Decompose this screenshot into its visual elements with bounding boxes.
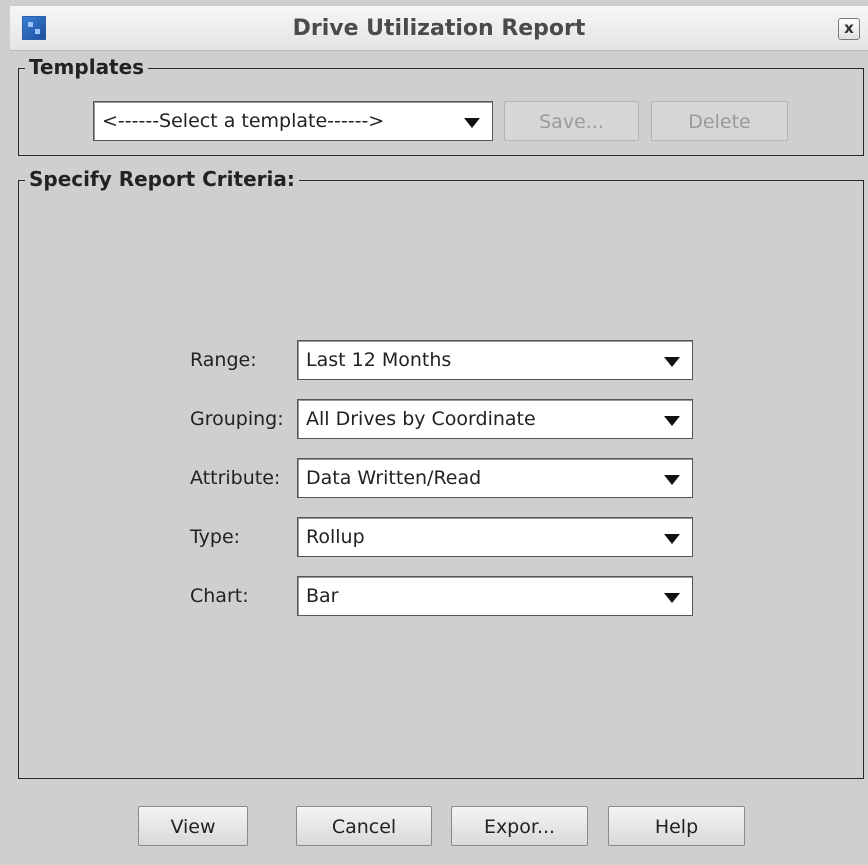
- title-bar: Drive Utilization Report x: [10, 6, 868, 51]
- attribute-select[interactable]: Data Written/Read: [297, 458, 693, 498]
- export-button[interactable]: Expor...: [451, 806, 588, 846]
- attribute-label: Attribute:: [190, 467, 281, 489]
- grouping-select[interactable]: All Drives by Coordinate: [297, 399, 693, 439]
- view-button[interactable]: View: [138, 806, 248, 846]
- range-label: Range:: [190, 349, 257, 371]
- chevron-down-icon: [664, 534, 680, 544]
- range-value: Last 12 Months: [306, 349, 452, 371]
- help-button[interactable]: Help: [608, 806, 745, 846]
- cancel-button[interactable]: Cancel: [296, 806, 432, 846]
- chevron-down-icon: [664, 416, 680, 426]
- chart-select[interactable]: Bar: [297, 576, 693, 616]
- type-label: Type:: [190, 526, 241, 548]
- template-select-value: <------Select a template------>: [102, 110, 385, 132]
- type-select[interactable]: Rollup: [297, 517, 693, 557]
- chevron-down-icon: [464, 118, 480, 128]
- type-value: Rollup: [306, 526, 365, 548]
- attribute-value: Data Written/Read: [306, 467, 482, 489]
- report-criteria-group: Specify Report Criteria: Range: Last 12 …: [18, 167, 864, 779]
- close-button[interactable]: x: [838, 18, 860, 40]
- grouping-value: All Drives by Coordinate: [306, 408, 536, 430]
- chart-value: Bar: [306, 585, 339, 607]
- save-button[interactable]: Save...: [504, 101, 639, 141]
- range-select[interactable]: Last 12 Months: [297, 340, 693, 380]
- chevron-down-icon: [664, 593, 680, 603]
- window-title: Drive Utilization Report: [292, 16, 586, 41]
- grouping-label: Grouping:: [190, 408, 284, 430]
- templates-group: Templates <------Select a template------…: [18, 55, 864, 156]
- chevron-down-icon: [664, 475, 680, 485]
- chart-label: Chart:: [190, 585, 249, 607]
- chevron-down-icon: [664, 357, 680, 367]
- templates-legend: Templates: [25, 55, 149, 79]
- criteria-legend: Specify Report Criteria:: [25, 167, 299, 191]
- template-select[interactable]: <------Select a template------>: [93, 101, 493, 141]
- delete-button[interactable]: Delete: [651, 101, 788, 141]
